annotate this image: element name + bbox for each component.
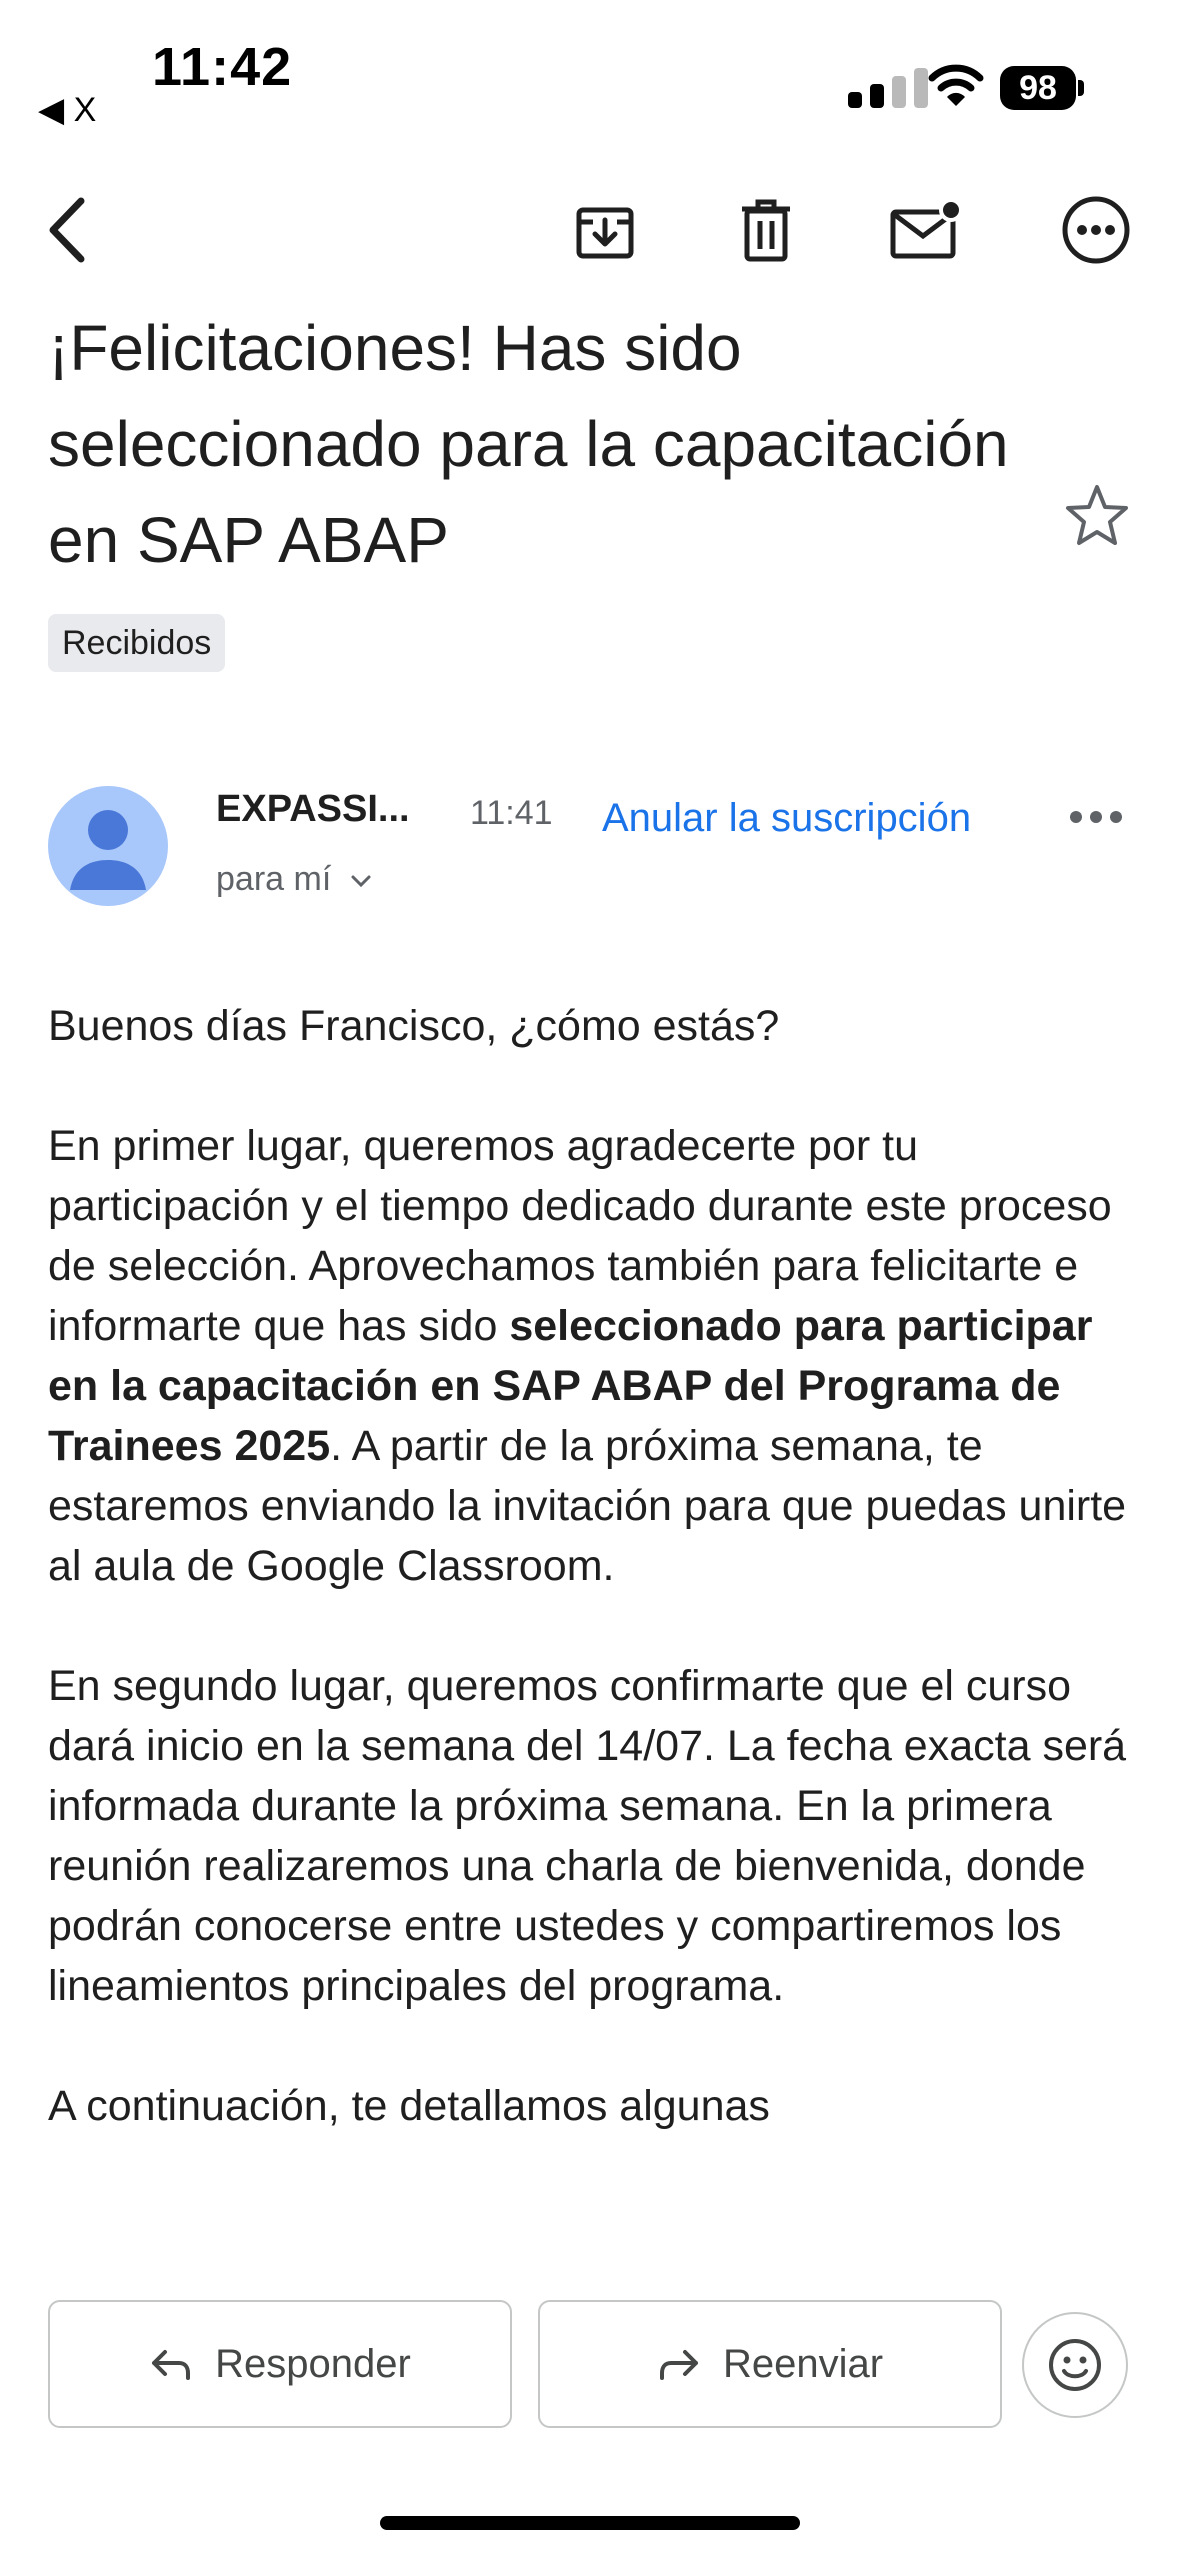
reply-label: Responder (215, 2341, 411, 2386)
forward-icon (659, 2350, 698, 2380)
more-options-icon[interactable] (1056, 190, 1136, 270)
paragraph-1: En primer lugar, queremos agradecerte po… (48, 1122, 1127, 1590)
email-subject: ¡Felicitaciones! Has sido seleccionado p… (48, 312, 1009, 576)
emoji-reaction-button[interactable] (1022, 2312, 1128, 2418)
recipient-details[interactable]: para mí (216, 860, 373, 899)
recipient-label: para mí (216, 860, 332, 898)
back-arrow-icon[interactable] (28, 190, 108, 270)
mark-unread-icon[interactable] (886, 190, 966, 270)
home-indicator[interactable] (380, 2516, 800, 2530)
forward-label: Reenviar (722, 2341, 884, 2386)
star-icon[interactable] (1064, 482, 1130, 548)
battery-indicator: 98 (1000, 66, 1076, 110)
greeting: Buenos días Francisco, ¿cómo estás? (48, 1002, 780, 1050)
paragraph-2: En segundo lugar, queremos confirmarte q… (48, 1662, 1127, 2010)
battery-tip (1078, 80, 1084, 96)
message-more-icon[interactable] (1068, 806, 1124, 828)
back-to-app-link[interactable]: ◀ X (38, 90, 96, 130)
forward-button[interactable]: Reenviar (538, 2300, 1002, 2428)
reply-icon (152, 2350, 191, 2380)
avatar[interactable] (48, 786, 168, 906)
wifi-icon (928, 62, 984, 108)
paragraph-3: A continuación, te detallamos algunas (48, 2082, 770, 2130)
chevron-down-icon (351, 875, 371, 888)
email-body: Buenos días Francisco, ¿cómo estás? En p… (48, 996, 1138, 2196)
smiley-icon (1049, 2339, 1101, 2391)
email-time: 11:41 (470, 794, 553, 832)
inbox-label-chip[interactable]: Recibidos (48, 614, 226, 672)
cellular-signal-icon (848, 66, 938, 108)
unsubscribe-link[interactable]: Anular la suscripción (602, 796, 971, 841)
archive-icon[interactable] (565, 190, 645, 270)
status-time: 11:42 (152, 37, 293, 97)
reply-button[interactable]: Responder (48, 2300, 512, 2428)
trash-icon[interactable] (726, 190, 806, 270)
sender-name[interactable]: EXPASSI... (216, 788, 410, 831)
